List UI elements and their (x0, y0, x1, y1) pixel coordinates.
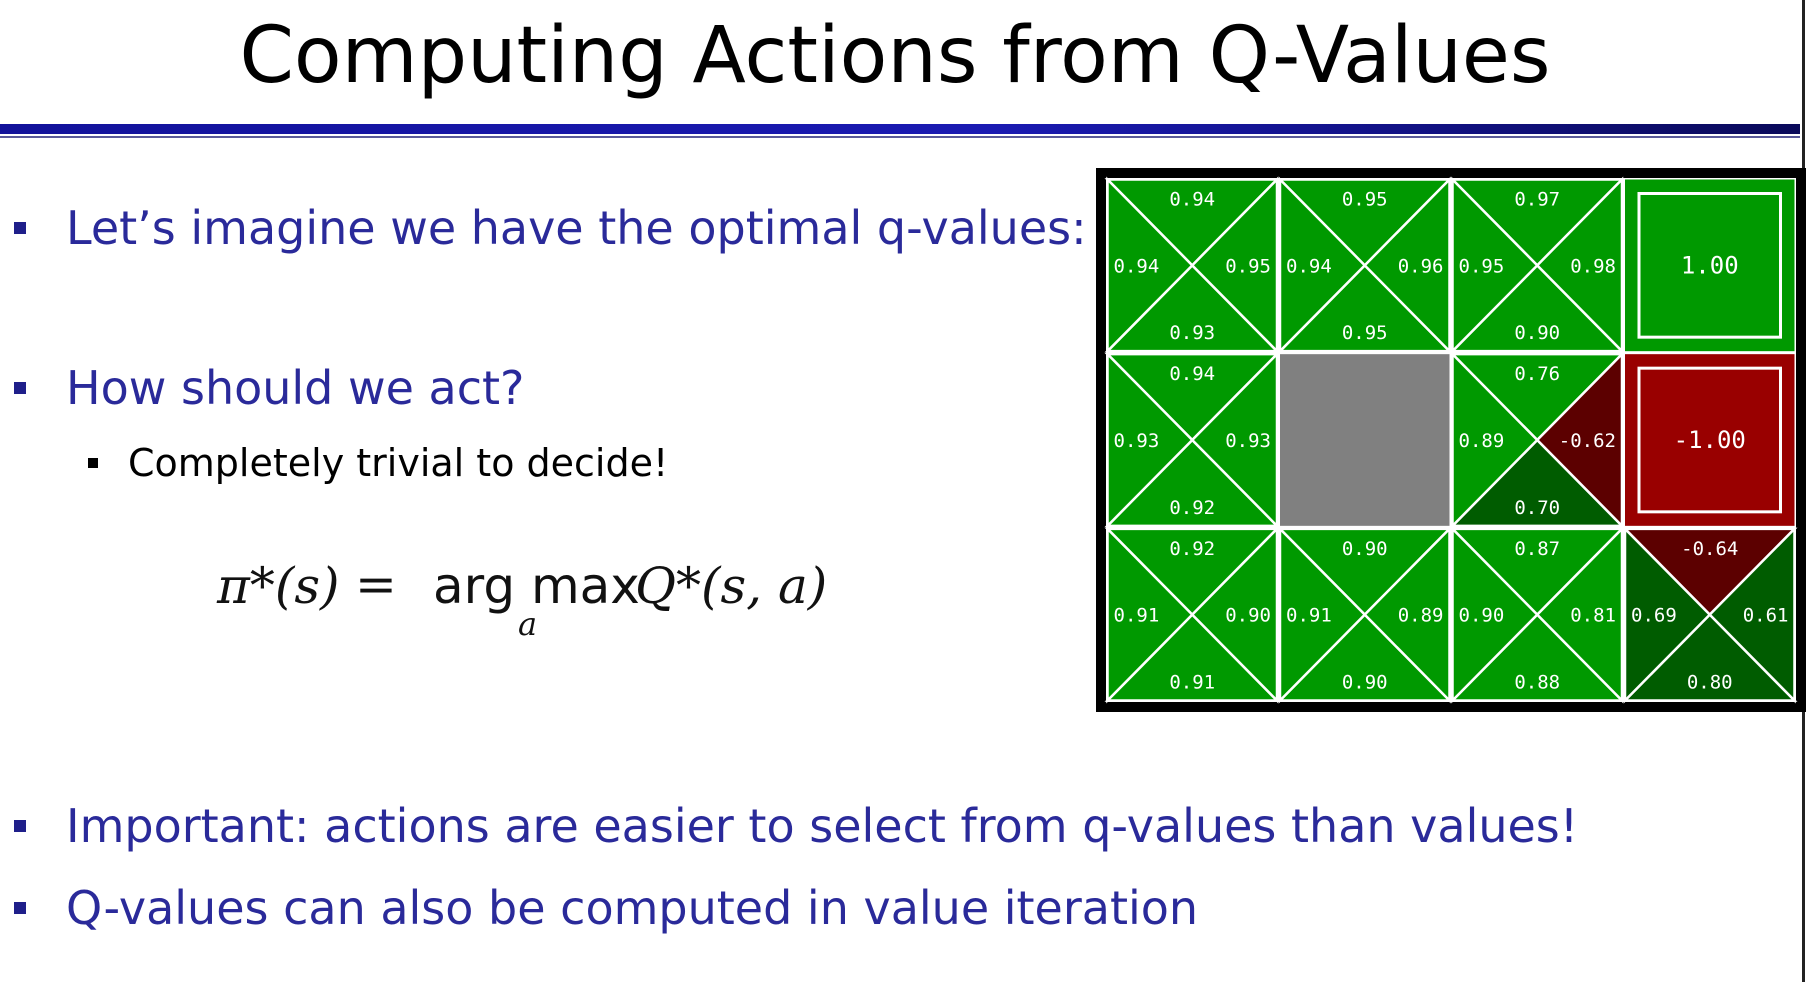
q-value-north: 0.87 (1514, 538, 1560, 560)
bullet-text: How should we act? (66, 361, 525, 415)
gridworld-canvas: 0.94 0.93 0.94 0.95 0.95 0.95 0.94 0.96 0.97 0.90… (1096, 168, 1806, 712)
formula-lhs: π*(s) (217, 557, 340, 615)
q-value-east: 0.96 (1398, 255, 1444, 277)
q-value-west: 0.89 (1459, 430, 1505, 452)
formula-rhs: Q*(s, a) (635, 557, 828, 615)
policy-formula: π*(s) = arg max a Q*(s, a) (205, 545, 845, 645)
q-value-west: 0.91 (1114, 605, 1160, 627)
q-value-south: 0.93 (1169, 322, 1215, 344)
terminal-value: -1.00 (1674, 426, 1746, 454)
sub-bullet-trivial: Completely trivial to decide! (88, 440, 669, 486)
bullet-optimal-q-values: Let’s imagine we have the optimal q-valu… (14, 200, 1087, 256)
wall-cell (1280, 354, 1450, 526)
q-value-east: 0.81 (1570, 605, 1616, 627)
formula-equals: = (355, 555, 397, 613)
q-value-west: 0.94 (1114, 255, 1160, 277)
formula-subscript: a (518, 605, 538, 643)
q-value-east: 0.89 (1398, 605, 1444, 627)
q-value-south: 0.91 (1169, 672, 1215, 694)
q-value-east: 0.61 (1743, 605, 1789, 627)
bullet-text: Q-values can also be computed in value i… (66, 881, 1199, 935)
q-value-east: 0.95 (1225, 255, 1271, 277)
terminal-value: 1.00 (1681, 251, 1739, 279)
bullet-square-icon (14, 902, 26, 914)
q-value-north: 0.95 (1342, 189, 1388, 211)
bullet-value-iteration: Q-values can also be computed in value i… (14, 880, 1199, 936)
bullet-how-to-act: How should we act? (14, 360, 525, 416)
q-value-north: 0.94 (1169, 363, 1215, 385)
q-value-north: 0.90 (1342, 538, 1388, 560)
q-value-north: 0.94 (1169, 189, 1215, 211)
q-value-west: 0.95 (1459, 255, 1505, 277)
q-value-south: 0.90 (1342, 672, 1388, 694)
q-value-east: -0.62 (1559, 430, 1616, 452)
q-value-south: 0.92 (1169, 497, 1215, 519)
gridworld-q-values: 0.94 0.93 0.94 0.95 0.95 0.95 0.94 0.96 0.97 0.90… (1096, 168, 1806, 712)
bullet-text: Important: actions are easier to select … (66, 799, 1579, 853)
q-value-south: 0.90 (1514, 322, 1560, 344)
q-value-west: 0.93 (1114, 430, 1160, 452)
q-value-south: 0.88 (1514, 672, 1560, 694)
q-value-east: 0.93 (1225, 430, 1271, 452)
q-value-south: 0.80 (1687, 672, 1733, 694)
q-value-west: 0.90 (1459, 605, 1505, 627)
title-rule (0, 124, 1800, 134)
bullet-square-icon (14, 820, 26, 832)
q-value-east: 0.98 (1570, 255, 1616, 277)
q-value-west: 0.69 (1631, 605, 1677, 627)
q-value-north: -0.64 (1681, 538, 1738, 560)
bullet-square-icon (14, 382, 26, 394)
q-value-east: 0.90 (1225, 605, 1271, 627)
sub-bullet-text: Completely trivial to decide! (128, 441, 669, 485)
bullet-text: Let’s imagine we have the optimal q-valu… (66, 201, 1087, 255)
title-rule-thin (0, 136, 1800, 138)
q-value-west: 0.94 (1286, 255, 1332, 277)
q-value-south: 0.70 (1514, 497, 1560, 519)
q-value-north: 0.97 (1514, 189, 1560, 211)
slide-title: Computing Actions from Q-Values (239, 11, 1551, 101)
q-value-south: 0.95 (1342, 322, 1388, 344)
bullet-important: Important: actions are easier to select … (14, 798, 1579, 854)
sub-bullet-square-icon (88, 458, 98, 468)
q-value-north: 0.92 (1169, 538, 1215, 560)
bullet-square-icon (14, 222, 26, 234)
q-value-north: 0.76 (1514, 363, 1560, 385)
q-value-west: 0.91 (1286, 605, 1332, 627)
